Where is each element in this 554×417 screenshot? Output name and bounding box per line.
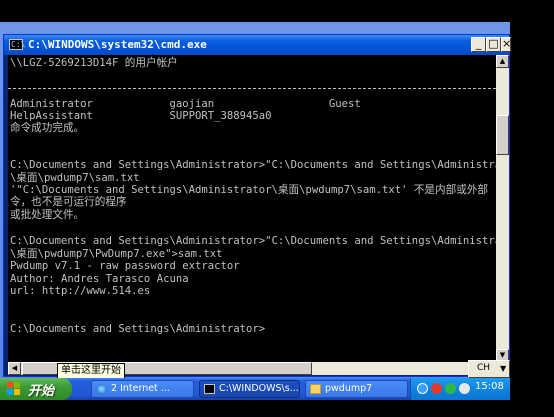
console-line: 或批处理文件。 [10, 209, 85, 221]
console-line: 命令成功完成。 [10, 122, 85, 134]
console-line: \\LGZ-5269213D14F 的用户帐户 [10, 57, 178, 69]
taskbar-item-label: 2 Internet ... [111, 383, 170, 394]
start-button[interactable]: 开始 [0, 378, 72, 400]
minimize-icon: _ [475, 37, 482, 50]
console-line: \桌面\pwdump7\PwDump7.exe">sam.txt [10, 248, 223, 260]
taskbar-item-internet[interactable]: 2 Internet ... [91, 380, 194, 398]
console-output[interactable]: \\LGZ-5269213D14F 的用户帐户 Administrator ga… [8, 55, 496, 375]
taskbar: 开始 2 Internet ... C:\WINDOWS\s... pwdump… [0, 378, 510, 400]
console-line: '"C:\Documents and Settings\Administrato… [10, 184, 489, 196]
system-tray: 15:08 [410, 378, 510, 400]
close-icon: × [502, 37, 512, 50]
console-icon-text: C:\ [11, 40, 26, 49]
chevron-down-icon[interactable]: ▼ [500, 364, 506, 373]
vertical-scroll-thumb[interactable] [496, 115, 509, 155]
security-alert-icon[interactable] [431, 383, 442, 394]
screen: C:\ C:\WINDOWS\system32\cmd.exe _ □ × \\… [0, 0, 554, 417]
ie-icon [96, 384, 107, 394]
scroll-left-arrow-icon[interactable]: ◀ [8, 362, 21, 375]
console-line: HelpAssistant SUPPORT_388945a0 [10, 110, 272, 122]
antivirus-icon[interactable] [445, 383, 456, 394]
start-label: 开始 [28, 384, 55, 399]
console-line: C:\Documents and Settings\Administrator>… [10, 159, 496, 171]
console-line: Author: Andres Tarasco Acuna [10, 273, 189, 285]
scroll-up-arrow-icon[interactable]: ▲ [496, 55, 509, 68]
windows-logo-icon [7, 382, 21, 396]
taskbar-item-label: C:\WINDOWS\s... [219, 383, 299, 394]
maximize-button[interactable]: □ [486, 37, 501, 52]
console-icon[interactable]: C:\ [9, 39, 26, 50]
maximize-icon: □ [488, 37, 499, 50]
minimize-button[interactable]: _ [471, 37, 486, 52]
taskbar-item-label: pwdump7 [325, 383, 373, 394]
volume-icon[interactable] [459, 383, 470, 394]
taskbar-item-cmd[interactable]: C:\WINDOWS\s... [199, 380, 300, 398]
start-tooltip: 单击这里开始 [57, 363, 125, 379]
console-line: C:\Documents and Settings\Administrator>… [10, 235, 496, 247]
title-bar[interactable]: C:\ C:\WINDOWS\system32\cmd.exe _ □ × [4, 35, 511, 55]
taskbar-item-pwdump7[interactable]: pwdump7 [305, 380, 408, 398]
cmd-icon [204, 384, 215, 394]
console-line: 令，也不是可运行的程序 [10, 196, 127, 208]
network-icon[interactable] [417, 383, 428, 394]
console-line: Pwdump v7.1 - raw password extractor [10, 260, 240, 272]
console-line: url: http://www.514.es [10, 285, 151, 297]
console-line: Administrator gaojian Guest [10, 98, 361, 110]
command-prompt: C:\Documents and Settings\Administrator> [10, 323, 266, 335]
console-line: \桌面\pwdump7\sam.txt [10, 172, 140, 184]
vertical-scrollbar[interactable]: ▲ ▼ [496, 55, 509, 362]
close-button[interactable]: × [501, 37, 511, 52]
language-bar[interactable]: CH ▼ [468, 360, 510, 378]
clock[interactable]: 15:08 [475, 381, 504, 392]
window-title: C:\WINDOWS\system32\cmd.exe [28, 38, 207, 51]
folder-icon [310, 384, 321, 394]
language-indicator[interactable]: CH [477, 363, 490, 373]
cmd-window[interactable]: C:\ C:\WINDOWS\system32\cmd.exe _ □ × \\… [3, 34, 511, 377]
console-divider [8, 88, 496, 89]
